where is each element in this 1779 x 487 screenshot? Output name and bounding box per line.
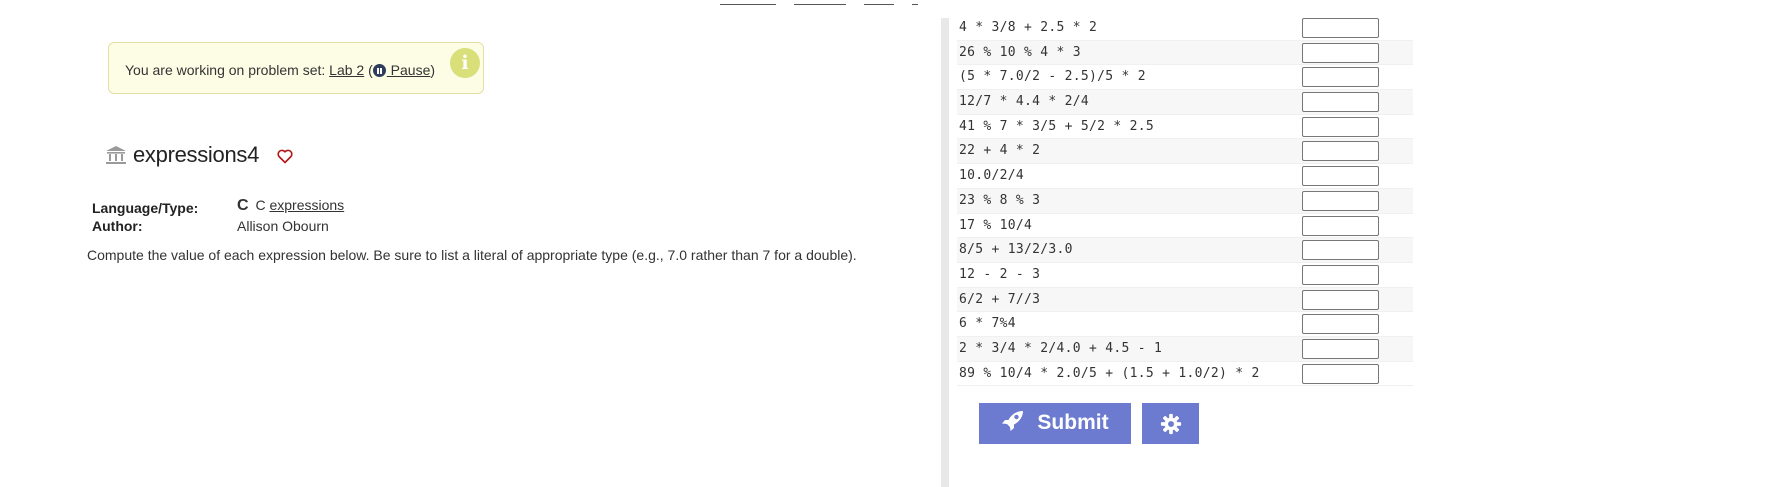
pause-link[interactable]: Pause — [372, 62, 430, 78]
language-value: C C expressions — [237, 197, 345, 214]
expression-text: 8/5 + 13/2/3.0 — [959, 242, 1073, 258]
expression-row: 10.0/2/4 — [957, 164, 1413, 189]
author-label: Author: — [92, 218, 143, 234]
expression-row: 6 * 7%4 — [957, 312, 1413, 337]
submit-button[interactable]: Submit — [979, 403, 1131, 444]
answer-input[interactable] — [1302, 92, 1379, 113]
answer-input[interactable] — [1302, 190, 1379, 211]
problem-title-row: expressions4 — [105, 142, 293, 170]
answer-input[interactable] — [1302, 42, 1379, 63]
gear-icon — [1148, 413, 1193, 435]
answer-input[interactable] — [1302, 166, 1379, 187]
info-icon[interactable]: i — [450, 48, 480, 78]
expression-row: 22 + 4 * 2 — [957, 139, 1413, 165]
expression-text: 10.0/2/4 — [959, 168, 1025, 184]
problem-description: Compute the value of each expression bel… — [87, 247, 857, 263]
answer-input[interactable] — [1302, 240, 1379, 261]
expression-row: 12/7 * 4.4 * 2/4 — [957, 90, 1413, 115]
heart-icon[interactable] — [277, 149, 293, 169]
expression-text: (5 * 7.0/2 - 2.5)/5 * 2 — [959, 69, 1146, 85]
expression-text: 4 * 3/8 + 2.5 * 2 — [959, 20, 1098, 35]
expression-row: 41 % 7 * 3/5 + 5/2 * 2.5 — [957, 115, 1413, 140]
expression-text: 12 - 2 - 3 — [959, 266, 1041, 282]
expression-text: 23 % 8 % 3 — [959, 192, 1041, 208]
bank-icon — [105, 145, 127, 170]
problem-set-banner: You are working on problem set: Lab 2 ( … — [108, 42, 484, 94]
expression-text: 17 % 10/4 — [959, 217, 1033, 233]
answer-input[interactable] — [1302, 141, 1379, 162]
banner-text: You are working on problem set: Lab 2 ( … — [125, 62, 436, 78]
expression-row: 23 % 8 % 3 — [957, 188, 1413, 214]
expression-row: 2 * 3/4 * 2/4.0 + 4.5 - 1 — [957, 336, 1413, 362]
expression-text: 22 + 4 * 2 — [959, 143, 1041, 159]
author-value: Allison Obourn — [237, 218, 329, 234]
expression-row: 6/2 + 7//3 — [957, 287, 1413, 313]
expression-text: 12/7 * 4.4 * 2/4 — [959, 94, 1090, 110]
rocket-icon — [1001, 410, 1025, 438]
expression-text: 41 % 7 * 3/5 + 5/2 * 2.5 — [959, 118, 1155, 134]
type-link[interactable]: expressions — [269, 197, 344, 213]
problem-title: expressions4 — [133, 142, 260, 167]
expression-text: 26 % 10 % 4 * 3 — [959, 44, 1081, 60]
panel-divider[interactable] — [941, 18, 949, 487]
answer-input[interactable] — [1302, 18, 1379, 38]
settings-button[interactable] — [1142, 403, 1199, 444]
answer-input[interactable] — [1302, 215, 1379, 236]
expression-list: 4 * 3/8 + 2.5 * 2 26 % 10 % 4 * 3 (5 * 7.0… — [957, 16, 1413, 387]
answer-input[interactable] — [1302, 264, 1379, 285]
expression-row: 8/5 + 13/2/3.0 — [957, 238, 1413, 263]
expression-text: 6 * 7%4 — [959, 316, 1016, 332]
language-label: Language/Type: — [92, 200, 199, 216]
answer-input[interactable] — [1302, 67, 1379, 88]
answer-input[interactable] — [1302, 314, 1379, 335]
expression-text: 6/2 + 7//3 — [959, 291, 1041, 307]
expression-text: 89 % 10/4 * 2.0/5 + (1.5 + 1.0/2) * 2 — [959, 365, 1260, 381]
expression-text: 2 * 3/4 * 2/4.0 + 4.5 - 1 — [959, 340, 1163, 356]
c-language-icon: C — [237, 197, 249, 214]
top-nav-remnant — [720, 0, 936, 5]
expression-row: (5 * 7.0/2 - 2.5)/5 * 2 — [957, 65, 1413, 91]
expression-row: 12 - 2 - 3 — [957, 263, 1413, 288]
pause-icon — [372, 64, 386, 77]
answer-input[interactable] — [1302, 116, 1379, 137]
expression-row: 4 * 3/8 + 2.5 * 2 — [957, 16, 1413, 41]
answer-input[interactable] — [1302, 363, 1379, 384]
answer-input[interactable] — [1302, 338, 1379, 359]
expression-row: 17 % 10/4 — [957, 214, 1413, 239]
expression-row: 89 % 10/4 * 2.0/5 + (1.5 + 1.0/2) * 2 — [957, 362, 1413, 387]
problem-set-link[interactable]: Lab 2 — [329, 62, 364, 78]
answer-input[interactable] — [1302, 289, 1379, 310]
expression-row: 26 % 10 % 4 * 3 — [957, 40, 1413, 66]
